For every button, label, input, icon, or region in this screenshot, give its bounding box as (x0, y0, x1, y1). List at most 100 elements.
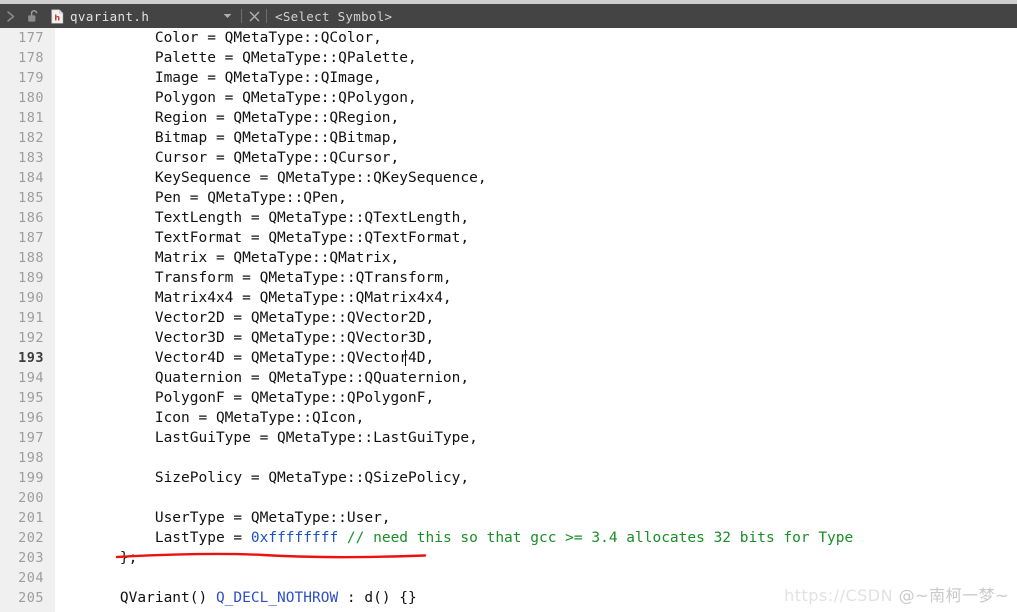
code-line[interactable]: 185 Pen = QMetaType::QPen, (0, 188, 1017, 208)
toolbar-separator-1 (241, 9, 242, 23)
line-number: 182 (18, 130, 44, 146)
code-line[interactable]: 177 Color = QMetaType::QColor, (0, 28, 1017, 48)
code-text: Pen = QMetaType::QPen, (85, 190, 347, 206)
code-text: Matrix4x4 = QMetaType::QMatrix4x4, (85, 290, 452, 306)
editor-toolbar: h qvariant.h <Select Symbol> (0, 4, 1017, 28)
code-text: Bitmap = QMetaType::QBitmap, (85, 130, 400, 146)
watermark-url: https://CSDN (784, 586, 894, 605)
tab-filename-label[interactable]: qvariant.h (68, 9, 149, 24)
code-line[interactable]: 196 Icon = QMetaType::QIcon, (0, 408, 1017, 428)
code-text: Vector2D = QMetaType::QVector2D, (85, 310, 435, 326)
code-text: LastGuiType = QMetaType::LastGuiType, (85, 430, 478, 446)
line-number: 179 (18, 70, 44, 86)
toolbar-separator-2 (266, 9, 267, 23)
line-number: 178 (18, 50, 44, 66)
code-text: Vector4D = QMetaType::QVector4D, (85, 350, 435, 366)
code-line[interactable]: 179 Image = QMetaType::QImage, (0, 68, 1017, 88)
code-text: PolygonF = QMetaType::QPolygonF, (85, 390, 435, 406)
line-number: 185 (18, 190, 44, 206)
code-line[interactable]: 191 Vector2D = QMetaType::QVector2D, (0, 308, 1017, 328)
code-line[interactable]: 178 Palette = QMetaType::QPalette, (0, 48, 1017, 68)
line-number: 197 (18, 430, 44, 446)
line-number: 190 (18, 290, 44, 306)
code-line[interactable]: 193 Vector4D = QMetaType::QVector4D, (0, 348, 1017, 368)
code-line[interactable]: 198 (0, 448, 1017, 468)
line-number: 204 (18, 570, 44, 586)
line-number: 180 (18, 90, 44, 106)
code-editor[interactable]: 177 Color = QMetaType::QColor, 178 Palett… (0, 28, 1017, 612)
code-line[interactable]: 200 (0, 488, 1017, 508)
header-file-icon: h (46, 4, 68, 28)
unlocked-padlock-icon[interactable] (22, 4, 46, 28)
code-text: Quaternion = QMetaType::QQuaternion, (85, 370, 470, 386)
code-text: Icon = QMetaType::QIcon, (85, 410, 365, 426)
code-text: UserType = QMetaType::User, (85, 510, 391, 526)
line-number: 201 (18, 510, 44, 526)
code-text: Color = QMetaType::QColor, (85, 30, 382, 46)
code-line[interactable]: 197 LastGuiType = QMetaType::LastGuiType… (0, 428, 1017, 448)
code-line[interactable]: 182 Bitmap = QMetaType::QBitmap, (0, 128, 1017, 148)
code-text: Transform = QMetaType::QTransform, (85, 270, 452, 286)
csdn-watermark: https://CSDN @~南柯一梦~ (784, 582, 1009, 606)
line-number: 205 (18, 590, 44, 606)
code-line[interactable]: 188 Matrix = QMetaType::QMatrix, (0, 248, 1017, 268)
code-line[interactable]: 183 Cursor = QMetaType::QCursor, (0, 148, 1017, 168)
code-line[interactable]: 202 LastType = 0xffffffff // need this s… (0, 528, 1017, 548)
code-text: TextFormat = QMetaType::QTextFormat, (85, 230, 470, 246)
line-number: 188 (18, 250, 44, 266)
code-line[interactable]: 194 Quaternion = QMetaType::QQuaternion, (0, 368, 1017, 388)
macro-token: Q_DECL_NOTHROW (215, 590, 339, 606)
code-text: }; (85, 550, 138, 566)
code-line-list: 177 Color = QMetaType::QColor, 178 Palett… (0, 28, 1017, 608)
code-text: Matrix = QMetaType::QMatrix, (85, 250, 400, 266)
code-text: Cursor = QMetaType::QCursor, (85, 150, 400, 166)
line-number: 196 (18, 410, 44, 426)
comment-text: // need this so that gcc >= 3.4 allocate… (346, 530, 854, 546)
code-line[interactable]: 187 TextFormat = QMetaType::QTextFormat, (0, 228, 1017, 248)
toolbar-left-cluster: h qvariant.h (0, 4, 240, 28)
line-number: 191 (18, 310, 44, 326)
code-line[interactable]: 189 Transform = QMetaType::QTransform, (0, 268, 1017, 288)
code-line[interactable]: 184 KeySequence = QMetaType::QKeySequenc… (0, 168, 1017, 188)
code-text: KeySequence = QMetaType::QKeySequence, (85, 170, 487, 186)
line-number: 192 (18, 330, 44, 346)
code-text: SizePolicy = QMetaType::QSizePolicy, (85, 470, 470, 486)
code-line[interactable]: 181 Region = QMetaType::QRegion, (0, 108, 1017, 128)
line-number: 189 (18, 270, 44, 286)
code-text: Image = QMetaType::QImage, (85, 70, 382, 86)
code-line[interactable]: 180 Polygon = QMetaType::QPolygon, (0, 88, 1017, 108)
code-text: Region = QMetaType::QRegion, (85, 110, 400, 126)
code-text: Vector3D = QMetaType::QVector3D, (85, 330, 435, 346)
line-number: 199 (18, 470, 44, 486)
code-text: LastType = 0xffffffff // need this so th… (85, 530, 854, 546)
code-line[interactable]: 203 }; (0, 548, 1017, 568)
close-x-icon[interactable] (243, 4, 265, 28)
code-text: Polygon = QMetaType::QPolygon, (85, 90, 417, 106)
line-number: 186 (18, 210, 44, 226)
line-number: 181 (18, 110, 44, 126)
code-line[interactable]: 199 SizePolicy = QMetaType::QSizePolicy, (0, 468, 1017, 488)
select-symbol-dropdown[interactable]: <Select Symbol> (268, 9, 392, 24)
line-number: 184 (18, 170, 44, 186)
code-text: Palette = QMetaType::QPalette, (85, 50, 417, 66)
chevron-right-icon[interactable] (0, 4, 22, 28)
number-literal: 0xffffffff (250, 530, 339, 546)
chevron-down-icon[interactable] (214, 4, 240, 28)
code-line[interactable]: 195 PolygonF = QMetaType::QPolygonF, (0, 388, 1017, 408)
line-number: 200 (18, 490, 44, 506)
code-line[interactable]: 192 Vector3D = QMetaType::QVector3D, (0, 328, 1017, 348)
watermark-handle: @~南柯一梦~ (898, 586, 1009, 605)
svg-text:h: h (54, 13, 60, 22)
line-number: 198 (18, 450, 44, 466)
line-number: 203 (18, 550, 44, 566)
line-number: 177 (18, 30, 44, 46)
line-number: 187 (18, 230, 44, 246)
code-text: TextLength = QMetaType::QTextLength, (85, 210, 470, 226)
line-number: 195 (18, 390, 44, 406)
code-line[interactable]: 186 TextLength = QMetaType::QTextLength, (0, 208, 1017, 228)
code-line[interactable]: 190 Matrix4x4 = QMetaType::QMatrix4x4, (0, 288, 1017, 308)
code-line[interactable]: 201 UserType = QMetaType::User, (0, 508, 1017, 528)
line-number: 183 (18, 150, 44, 166)
text-caret (405, 350, 407, 366)
line-number: 202 (18, 530, 44, 546)
